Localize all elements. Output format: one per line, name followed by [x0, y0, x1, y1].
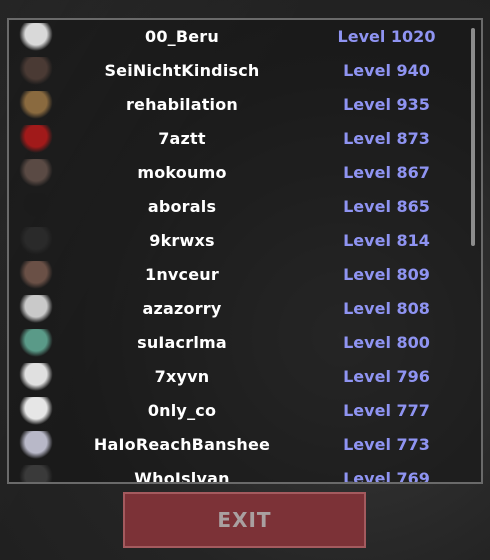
leaderboard-row: 7xyvn Level 796	[9, 360, 469, 394]
player-name: mokoumo	[137, 163, 227, 182]
player-level: Level 777	[343, 401, 430, 420]
player-name: azazorry	[142, 299, 222, 318]
player-level: Level 940	[343, 61, 430, 80]
leaderboard-panel[interactable]: 00_Beru Level 1020 SeiNichtKindisch Level 9…	[7, 18, 483, 484]
player-name: aborals	[147, 197, 217, 216]
avatar-icon	[19, 363, 53, 391]
leaderboard-row: SeiNichtKindisch Level 940	[9, 54, 469, 88]
player-level: Level 769	[343, 469, 430, 484]
leaderboard-row: aborals Level 865	[9, 190, 469, 224]
avatar-icon	[19, 329, 53, 357]
player-level: Level 773	[343, 435, 430, 454]
player-name: HaIoReachBanshee	[93, 435, 271, 454]
avatar-icon	[19, 57, 53, 85]
player-name: 00_Beru	[145, 27, 219, 46]
exit-button[interactable]: EXIT	[123, 492, 366, 548]
leaderboard-row: rehabilation Level 935	[9, 88, 469, 122]
avatar-icon	[19, 465, 53, 482]
player-name: rehabilation	[125, 95, 239, 114]
leaderboard-row: WhoIslvan Level 769	[9, 462, 469, 484]
exit-button-label: EXIT	[217, 508, 272, 532]
leaderboard-row: 9krwxs Level 814	[9, 224, 469, 258]
player-level: Level 796	[343, 367, 430, 386]
avatar-icon	[19, 159, 53, 187]
player-level: Level 814	[343, 231, 430, 250]
player-name: suIacrlma	[137, 333, 227, 352]
player-name: 7xyvn	[154, 367, 210, 386]
player-name: WhoIslvan	[134, 469, 230, 484]
player-name: 7aztt	[158, 129, 206, 148]
leaderboard-list[interactable]: 00_Beru Level 1020 SeiNichtKindisch Level 9…	[9, 20, 469, 484]
avatar-icon	[19, 91, 53, 119]
leaderboard-row: azazorry Level 808	[9, 292, 469, 326]
player-name: SeiNichtKindisch	[104, 61, 260, 80]
player-name: 9krwxs	[149, 231, 215, 250]
player-level: Level 1020	[337, 27, 436, 46]
avatar-icon	[19, 431, 53, 459]
avatar-icon	[19, 397, 53, 425]
leaderboard-row: mokoumo Level 867	[9, 156, 469, 190]
player-name: 1nvceur	[145, 265, 219, 284]
leaderboard-row: 0nly_co Level 777	[9, 394, 469, 428]
avatar-icon	[19, 125, 53, 153]
player-level: Level 800	[343, 333, 430, 352]
avatar-icon	[19, 227, 53, 255]
leaderboard-row: HaIoReachBanshee Level 773	[9, 428, 469, 462]
player-level: Level 935	[343, 95, 430, 114]
avatar-icon	[19, 261, 53, 289]
player-level: Level 808	[343, 299, 430, 318]
leaderboard-row: 1nvceur Level 809	[9, 258, 469, 292]
player-level: Level 867	[343, 163, 430, 182]
leaderboard-row: suIacrlma Level 800	[9, 326, 469, 360]
leaderboard-row: 00_Beru Level 1020	[9, 20, 469, 54]
avatar-icon	[19, 295, 53, 323]
avatar-icon	[19, 193, 53, 221]
leaderboard-row: 7aztt Level 873	[9, 122, 469, 156]
avatar-icon	[19, 23, 53, 51]
player-name: 0nly_co	[147, 401, 217, 420]
player-level: Level 809	[343, 265, 430, 284]
player-level: Level 873	[343, 129, 430, 148]
player-level: Level 865	[343, 197, 430, 216]
scrollbar[interactable]	[471, 28, 475, 246]
